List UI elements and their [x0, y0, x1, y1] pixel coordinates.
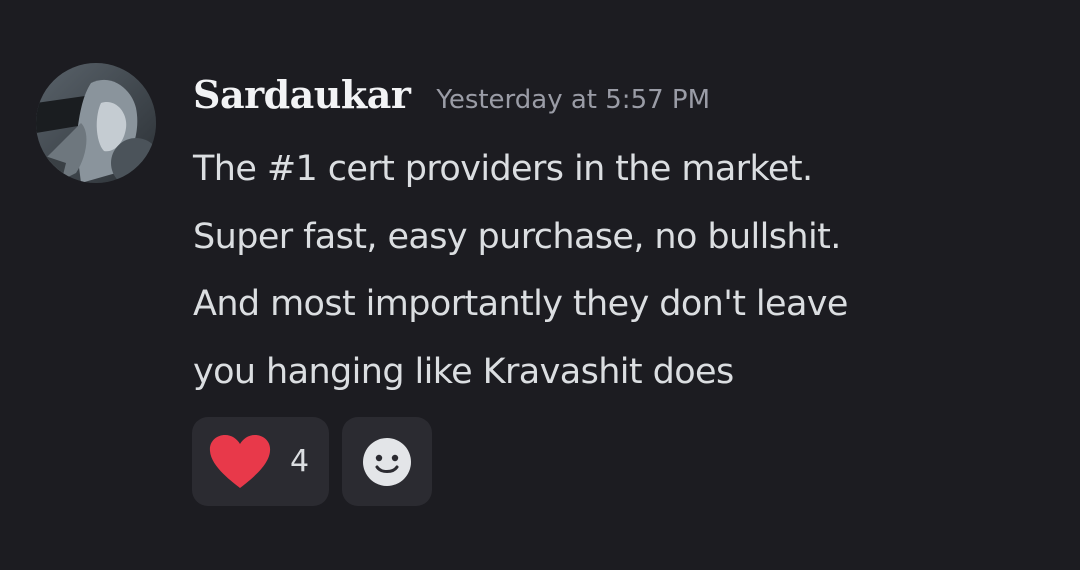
reaction-count: 4 [290, 444, 310, 479]
message-header: Sardaukar Yesterday at 5:57 PM [193, 72, 710, 117]
message-line: you hanging like Kravashit does [193, 351, 734, 392]
message-line: And most importantly they don't leave [193, 284, 848, 324]
add-reaction-smiley-icon [362, 437, 412, 487]
add-reaction-button[interactable] [342, 417, 432, 506]
username[interactable]: Sardaukar [193, 72, 411, 117]
chat-message: Sardaukar Yesterday at 5:57 PM The #1 ce… [0, 0, 1080, 570]
message-content: The #1 cert providers in the market. Sup… [193, 136, 1053, 406]
heart-icon [208, 434, 272, 490]
message-line: The #1 cert providers in the market. [193, 149, 813, 189]
timestamp[interactable]: Yesterday at 5:57 PM [436, 85, 710, 115]
heart-reaction-button[interactable]: 4 [192, 417, 329, 506]
reactions-bar: 4 [192, 417, 432, 506]
avatar-image [36, 63, 156, 183]
message-line: Super fast, easy purchase, no bullshit. [193, 216, 841, 257]
avatar[interactable] [36, 63, 156, 183]
